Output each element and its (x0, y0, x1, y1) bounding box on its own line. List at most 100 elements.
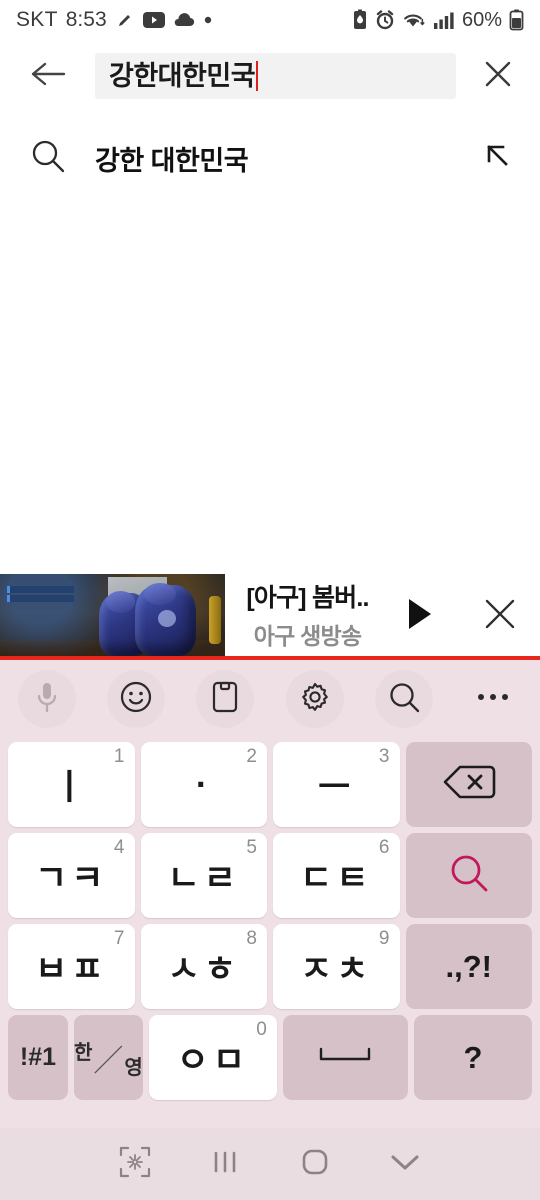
emoji-button[interactable] (107, 670, 165, 728)
search-input-value: 강한대한민국 (109, 61, 256, 91)
suggestion-row[interactable]: 강한 대한민국 (0, 120, 540, 196)
key-consonant-s-h[interactable]: 8 ㅅㅎ (140, 924, 267, 1009)
thumbnail-pipe (209, 596, 221, 644)
key-number-label: 8 (246, 928, 257, 949)
key-number-label: 2 (246, 746, 257, 767)
text-caret (256, 61, 259, 91)
clipboard-icon (210, 680, 240, 719)
suggestion-label: 강한 대한민국 (95, 145, 249, 176)
alarm-icon (375, 10, 395, 30)
key-number-label: 0 (256, 1019, 267, 1040)
emoji-icon (119, 680, 153, 719)
key-consonant-n-r[interactable]: 5 ㄴㄹ (140, 833, 267, 918)
play-icon (404, 596, 436, 637)
recents-button[interactable] (180, 1147, 270, 1182)
key-label: ㅡ (318, 768, 355, 807)
search-icon (387, 680, 421, 719)
search-icon (447, 851, 491, 900)
symbols-key[interactable]: !#1 (8, 1015, 68, 1100)
recents-icon (210, 1147, 240, 1182)
keyboard-row: !#1 한 ／ 영 0 ㅇㅁ ? (8, 1015, 532, 1100)
status-bar-left: SKT 8:53 (16, 8, 213, 32)
phone-screen: SKT 8:53 60% 강한대한민국 강한 대한민국 [아구] 봄버.. 아구… (0, 0, 540, 1200)
enter-search-key[interactable] (405, 833, 532, 918)
player-channel: 아구 생방송 (253, 622, 362, 649)
close-icon (482, 58, 514, 95)
lang-toggle-icon: 한 ／ 영 (74, 1041, 143, 1079)
home-icon (299, 1146, 331, 1183)
thumbnail-figure-helmet (105, 591, 135, 614)
cloud-icon (173, 12, 195, 28)
play-button[interactable] (380, 574, 460, 659)
language-toggle-key[interactable]: 한 ／ 영 (74, 1015, 143, 1100)
mini-player[interactable]: [아구] 봄버.. 아구 생방송 (0, 574, 540, 659)
key-number-label: 6 (378, 837, 390, 858)
clock-label: 8:53 (65, 8, 107, 31)
player-metadata: [아구] 봄버.. 아구 생방송 (225, 574, 380, 659)
carrier-label: SKT (16, 8, 58, 31)
hide-keyboard-button[interactable] (360, 1150, 450, 1179)
keyboard-row: 7 ㅂㅍ 8 ㅅㅎ 9 ㅈㅊ .,?! (8, 924, 532, 1009)
battery-saver-icon (352, 9, 368, 31)
minimize-keyboard-icon (118, 1145, 152, 1184)
key-number-label: 7 (113, 928, 125, 949)
insert-suggestion-button[interactable] (456, 140, 540, 177)
more-options-button[interactable] (464, 670, 522, 728)
home-button[interactable] (270, 1146, 360, 1183)
search-input[interactable]: 강한대한민국 (95, 53, 456, 99)
korean-keyboard: 1 ㅣ 2 · 3 ㅡ 4 ㄱㅋ 5 ㄴㄹ 6 ㄷㅌ 7 ㅂㅍ 8 ㅅㅎ 9 ㅈ… (0, 660, 540, 1128)
back-button[interactable] (0, 48, 95, 104)
search-bar: 강한대한민국 (0, 48, 540, 104)
key-consonant-ng-m[interactable]: 0 ㅇㅁ (148, 1015, 277, 1100)
key-label: ㅂㅍ (35, 950, 108, 989)
key-label: · (195, 764, 212, 804)
video-thumbnail[interactable] (0, 574, 225, 659)
close-player-button[interactable] (460, 574, 540, 659)
key-label: ㅇㅁ (176, 1041, 250, 1080)
arrow-up-left-icon (482, 140, 514, 177)
settings-button[interactable] (286, 670, 344, 728)
question-key[interactable]: ? (414, 1015, 532, 1100)
search-icon (29, 137, 67, 180)
key-consonant-d-t[interactable]: 6 ㄷㅌ (273, 833, 400, 918)
signal-icon (433, 10, 455, 30)
player-title: [아구] 봄버.. (246, 583, 369, 612)
thumbnail-overlay-bar (6, 585, 75, 593)
key-label: !#1 (19, 1043, 57, 1071)
key-consonant-b-p[interactable]: 7 ㅂㅍ (8, 924, 135, 1009)
keyboard-search-button[interactable] (375, 670, 433, 728)
gear-icon (298, 680, 332, 719)
more-icon (476, 690, 510, 708)
results-area (0, 196, 540, 574)
close-icon (483, 597, 517, 636)
key-consonant-j-ch[interactable]: 9 ㅈㅊ (273, 924, 400, 1009)
space-key[interactable] (282, 1015, 408, 1100)
key-consonant-g-k[interactable]: 4 ㄱㅋ (8, 833, 135, 918)
key-label: ? (463, 1039, 483, 1075)
minimize-keyboard-button[interactable] (90, 1145, 180, 1184)
clear-search-button[interactable] (456, 48, 540, 104)
pen-icon (115, 10, 135, 30)
keyboard-rows: 1 ㅣ 2 · 3 ㅡ 4 ㄱㅋ 5 ㄴㄹ 6 ㄷㅌ 7 ㅂㅍ 8 ㅅㅎ 9 ㅈ… (0, 738, 540, 1100)
key-label: ㄴㄹ (167, 859, 240, 898)
keyboard-row: 4 ㄱㅋ 5 ㄴㄹ 6 ㄷㅌ (8, 833, 532, 918)
thumbnail-emblem (157, 609, 176, 627)
back-arrow-icon (29, 59, 67, 94)
suggestion-search-icon-wrap (0, 137, 95, 180)
key-number-label: 9 (378, 928, 390, 949)
clipboard-button[interactable] (196, 670, 254, 728)
key-dot[interactable]: 2 · (140, 742, 267, 827)
battery-icon (509, 9, 524, 31)
battery-percent-label: 60% (461, 8, 502, 31)
keyboard-toolbar (0, 660, 540, 738)
key-label: ㄱㅋ (35, 859, 108, 898)
key-vowel-i[interactable]: 1 ㅣ (8, 742, 135, 827)
backspace-icon (441, 764, 497, 805)
key-label: ㅈㅊ (300, 950, 373, 989)
mic-button[interactable] (18, 670, 76, 728)
thumbnail-figure-helmet (144, 582, 176, 605)
status-bar: SKT 8:53 60% (0, 0, 540, 40)
punctuation-key[interactable]: .,?! (405, 924, 532, 1009)
key-vowel-eu[interactable]: 3 ㅡ (273, 742, 400, 827)
backspace-key[interactable] (405, 742, 532, 827)
